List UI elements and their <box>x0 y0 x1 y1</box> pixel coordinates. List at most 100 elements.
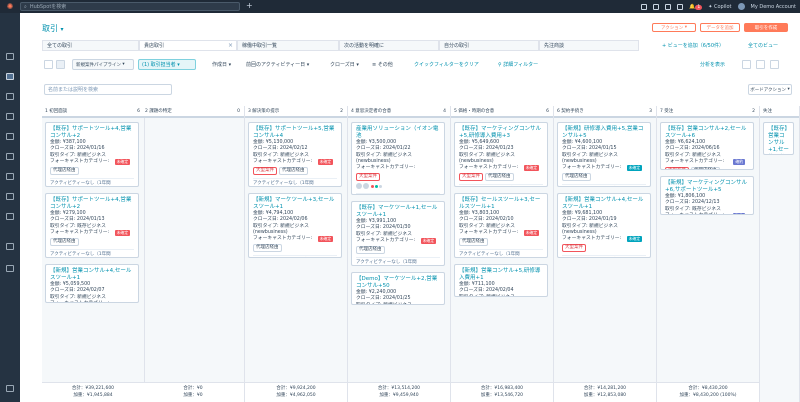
copilot-button[interactable]: ✦ Copilot <box>708 4 731 10</box>
deal-card[interactable]: 【新規】営業コンサル+4,セールスツール+1 金額: ¥5,059,500 クローズ… <box>45 264 139 303</box>
deal-title-link[interactable]: 【既存】マーケツール+1,セールスツール+1 <box>356 205 440 219</box>
last-activity-filter[interactable]: 前回のアクティビティー日 ▾ <box>246 59 309 70</box>
avatar[interactable] <box>356 183 362 190</box>
marketing-icon[interactable] <box>6 93 14 100</box>
calling-icon[interactable] <box>641 3 648 10</box>
deal-title-link[interactable]: 【新規】研修導入費用+5,営業コンサル+5 <box>562 126 646 140</box>
service-icon[interactable] <box>6 153 14 160</box>
deal-card[interactable]: 【既存】セールスツール+3,セールスツール+1 金額: ¥3,803,100 クロー… <box>454 193 548 258</box>
sort-icon[interactable] <box>742 60 751 69</box>
deal-title-link[interactable]: 【既存】サポートツール+4,営業コンサル+2 <box>50 197 134 211</box>
deal-title-link[interactable]: 【新規】営業コンサル+5,研修導入費用+1 <box>459 268 543 282</box>
tab-all-deals[interactable]: 全ての取引 <box>42 40 139 51</box>
crm-icon[interactable] <box>6 73 14 80</box>
deal-title-link[interactable]: 【新規】営業コンサル+4,セールスツール+1 <box>50 268 134 282</box>
deal-title-link[interactable]: 【既存】サポートツール+5,営業コンサル+4 <box>253 126 337 140</box>
actions-button[interactable]: アクション ▾ <box>652 23 696 32</box>
deal-card[interactable]: 【新規】研修導入費用+5,営業コンサル+5 金額: ¥4,600,100 クローズ日… <box>557 122 651 187</box>
notifications-icon[interactable]: 🔔 1 <box>689 4 703 10</box>
deal-card[interactable]: 【既存】営業コンサル+1,セールスツール+6金額: ¥クローズ日:取引タイプ: <box>763 122 794 155</box>
settings-gear-icon[interactable] <box>770 60 779 69</box>
filter-label: 作成日 <box>212 62 228 68</box>
column-header[interactable]: 5 価格・時期の合意 6 <box>451 106 553 118</box>
column-header[interactable]: 1 初回面談 6 <box>42 106 144 118</box>
copy-icon[interactable] <box>756 60 765 69</box>
deal-type: 取引タイプ: 新規ビジネス (newbusiness) <box>562 223 618 235</box>
board-search-input[interactable]: 名前または説明を検索 <box>44 84 172 95</box>
apps-icon[interactable] <box>6 265 14 272</box>
board-options-button[interactable]: ボードアクション ▾ <box>748 84 792 95</box>
deal-card[interactable]: 【既存】マーケティングコンサル+5,研修導入費用+3 金額: ¥5,649,600… <box>454 122 548 187</box>
column-header[interactable]: 3 解決策の提示 2 <box>245 106 347 118</box>
all-views-button[interactable]: 全てのビュー <box>748 40 778 51</box>
tab-prior-deals[interactable]: 先注商談 <box>539 40 639 51</box>
deal-title-link[interactable]: 【新規】営業コンサル+4,セールスツール+1 <box>562 197 646 211</box>
column-header[interactable]: 6 契約手続き 3 <box>554 106 656 118</box>
pipeline-select[interactable]: 新規案件パイプライン ▾ <box>72 59 134 70</box>
import-button[interactable]: データを追加 <box>700 23 740 32</box>
bookmarks-icon[interactable] <box>6 53 14 60</box>
collapse-sidebar-icon[interactable] <box>6 385 14 392</box>
quick-create-icon[interactable]: + <box>246 1 253 10</box>
reporting-icon[interactable] <box>6 193 14 200</box>
avatar[interactable] <box>363 183 369 190</box>
close-icon[interactable]: × <box>228 42 233 49</box>
sales-icon[interactable] <box>6 133 14 140</box>
deal-title-link[interactable]: 【既存】営業コンサル+1,セールスツール+6 <box>768 126 789 154</box>
deal-title-link[interactable]: 【既存】マーケティングコンサル+5,研修導入費用+3 <box>459 126 543 140</box>
automation-icon[interactable] <box>6 173 14 180</box>
tab-own-deals[interactable]: 自分の取引 <box>439 40 539 51</box>
tab-next-activity[interactable]: 次の活動を明確に <box>339 40 439 51</box>
deal-card[interactable]: 【新規】マーケティングコンサル+6,サポートツール+5 金額: ¥1,806,10… <box>660 176 754 215</box>
deal-title-link[interactable]: 産業用ソリューション（イオン電池 <box>356 126 440 140</box>
deal-card[interactable]: 【新規】営業コンサル+5,研修導入費用+1 金額: ¥711,100 クローズ日: … <box>454 264 548 297</box>
tab-my-deals[interactable]: 貴店取引 × <box>139 40 237 51</box>
add-view-button[interactable]: + ビューを追加（6/50件） <box>662 40 724 51</box>
weighted-amount: 加重：¥0 <box>183 392 203 398</box>
deal-title-link[interactable]: 【新規】マーケティングコンサル+6,サポートツール+5 <box>665 180 749 194</box>
owner-filter[interactable]: (1) 取引担当者 ▾ <box>138 59 196 70</box>
create-deal-button[interactable]: 取引を作成 <box>744 23 788 32</box>
deal-card[interactable]: 【既存】営業コンサル+2,セールスツール+6 金額: ¥6,624,100 クローズ… <box>660 122 754 170</box>
data-management-icon[interactable] <box>6 213 14 220</box>
column-header[interactable]: 4 意思決定者の合意 4 <box>348 106 450 118</box>
deal-title-link[interactable]: 【新規】マーケツール+3,セールスツール+1 <box>253 197 337 211</box>
deal-forecast: フォーキャストカテゴリー:確約 <box>665 212 749 214</box>
status-dot <box>371 184 374 188</box>
library-icon[interactable] <box>6 243 14 250</box>
deal-card[interactable]: 【既存】マーケツール+1,セールスツール+1 金額: ¥3,991,100 クローズ… <box>351 201 445 266</box>
deal-card[interactable]: 産業用ソリューション（イオン電池 金額: ¥3,500,000 クローズ日: 202… <box>351 122 445 195</box>
more-filters-button[interactable]: ≡ その他 <box>372 59 393 70</box>
account-menu[interactable]: My Demo Account <box>751 4 797 10</box>
global-search-input[interactable]: ⌕ HubSpotを検索 <box>20 2 240 11</box>
marketplace-icon[interactable] <box>653 3 660 10</box>
column-header[interactable]: 7 受注 2 <box>657 106 759 118</box>
deal-card[interactable]: 【既存】サポートツール+4,営業コンサル+2 金額: ¥387,100 クローズ日:… <box>45 122 139 187</box>
deal-card[interactable]: 【新規】マーケツール+3,セールスツール+1 金額: ¥4,794,100 クローズ… <box>248 193 342 258</box>
deal-card[interactable]: 【Demo】マーケツール+2,営業コンサル+50 金額: ¥2,240,000 クロ… <box>351 272 445 305</box>
column-header[interactable]: 失注 <box>760 106 799 118</box>
deal-card[interactable]: 【既存】サポートツール+5,営業コンサル+4 金額: ¥5,130,000 クローズ… <box>248 122 342 187</box>
board-view-icon[interactable] <box>56 60 65 69</box>
deal-card[interactable]: 【既存】サポートツール+4,営業コンサル+2 金額: ¥279,100 クローズ日:… <box>45 193 139 258</box>
deal-title-link[interactable]: 【既存】セールスツール+3,セールスツール+1 <box>459 197 543 211</box>
deal-title-link[interactable]: 【既存】営業コンサル+2,セールスツール+6 <box>665 126 749 140</box>
page-title[interactable]: 取引 ▾ <box>42 23 64 34</box>
created-date-filter[interactable]: 作成日 ▾ <box>212 59 231 70</box>
tab-active-deals[interactable]: 稼働中取引一覧 <box>237 40 339 51</box>
hubspot-logo-icon[interactable]: ✺ <box>0 0 20 13</box>
advanced-filters-button[interactable]: ⚲ 詳細フィルター <box>498 59 538 70</box>
column-header[interactable]: 2 課題の特定 0 <box>142 106 244 118</box>
clear-quick-filters-link[interactable]: クイックフィルターをクリア <box>414 59 479 70</box>
settings-icon[interactable] <box>677 3 684 10</box>
close-date-filter[interactable]: クローズ日 ▾ <box>330 59 359 70</box>
board-column: 1 初回面談 6 【既存】サポートツール+4,営業コンサル+2 金額: ¥387,10… <box>42 106 145 402</box>
avatar[interactable] <box>737 3 745 10</box>
deal-title-link[interactable]: 【Demo】マーケツール+2,営業コンサル+50 <box>356 276 440 290</box>
deal-title-link[interactable]: 【既存】サポートツール+4,営業コンサル+2 <box>50 126 134 140</box>
view-analysis-link[interactable]: 分析を表示 <box>700 59 725 70</box>
deal-card[interactable]: 【新規】営業コンサル+4,セールスツール+1 金額: ¥9,681,100 クローズ… <box>557 193 651 258</box>
list-view-icon[interactable] <box>44 60 53 69</box>
content-icon[interactable] <box>6 113 14 120</box>
help-icon[interactable] <box>665 3 672 10</box>
